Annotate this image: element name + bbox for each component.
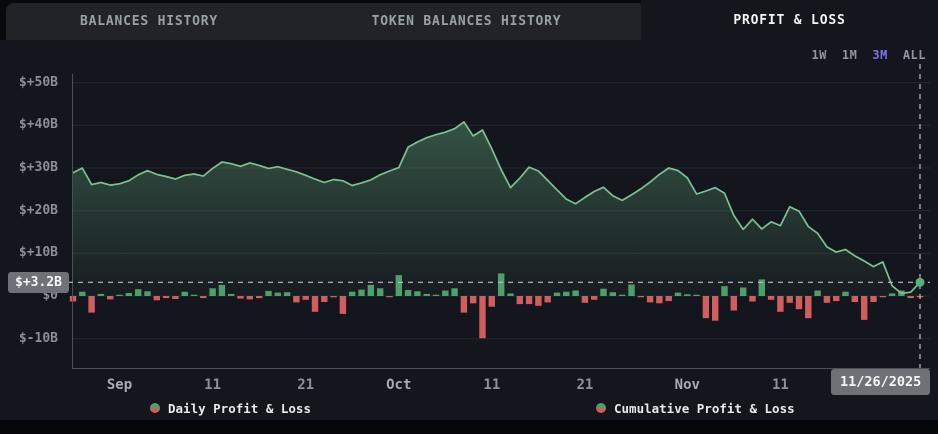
y-axis-tick-label: $+40B [0, 117, 58, 133]
legend-item-cumulative[interactable]: Cumulative Profit & Loss [596, 400, 795, 416]
x-axis-month-label: Sep [107, 377, 132, 393]
x-axis-day-label: 11 [483, 377, 500, 393]
y-axis-tick-label: $+50B [0, 75, 58, 91]
x-axis-day-label: 11 [772, 377, 789, 393]
legend-label: Cumulative Profit & Loss [614, 401, 795, 416]
legend-label: Daily Profit & Loss [168, 401, 311, 416]
x-axis-month-label: Nov [675, 377, 700, 393]
current-date-badge: 11/26/2025 [831, 369, 930, 395]
y-axis-tick-label: $-10B [0, 331, 58, 347]
legend-item-daily[interactable]: Daily Profit & Loss [150, 400, 311, 416]
x-axis-month-label: Oct [386, 377, 411, 393]
x-axis-day-label: 21 [297, 377, 314, 393]
legend-dot-icon [150, 403, 160, 413]
footer-strip [0, 420, 938, 434]
legend-dot-icon [596, 403, 606, 413]
current-point-marker [916, 278, 925, 287]
current-value-badge: $+3.2B [8, 272, 69, 293]
y-axis-tick-label: $+20B [0, 203, 58, 219]
y-axis-tick-label: $+30B [0, 160, 58, 176]
y-axis-tick-label: $+10B [0, 245, 58, 261]
profit-loss-chart[interactable] [0, 0, 938, 434]
x-axis-day-label: 21 [576, 377, 593, 393]
x-axis-day-label: 11 [204, 377, 221, 393]
profit-loss-dashboard: BALANCES HISTORY TOKEN BALANCES HISTORY … [0, 0, 938, 434]
